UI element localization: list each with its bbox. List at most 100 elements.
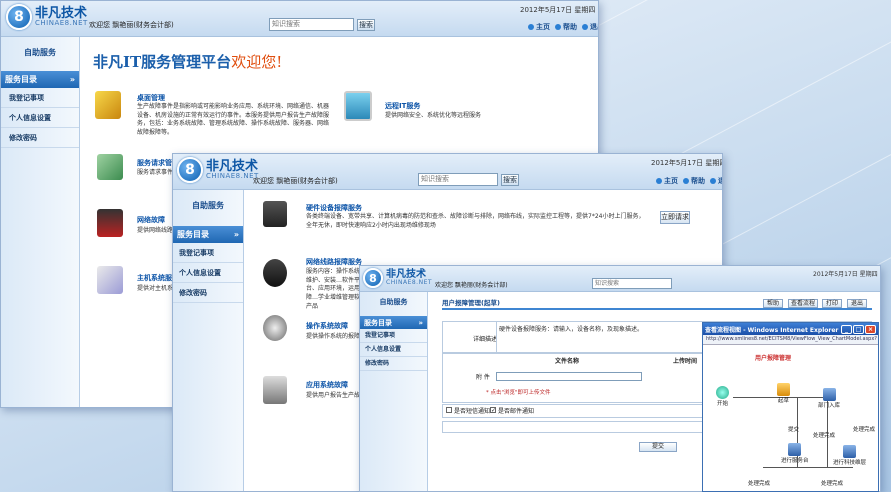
close-icon[interactable]: × (865, 324, 876, 334)
search-input[interactable] (592, 278, 672, 289)
toolbar-print-button[interactable]: 打印 (822, 299, 842, 308)
logout-link[interactable]: 退出 (710, 176, 722, 186)
title-underline (442, 308, 872, 310)
logo-circle-icon: 8 (363, 268, 383, 288)
servicedesk-node-icon (788, 443, 802, 456)
logo-en: CHINAE8.NET (206, 172, 259, 181)
service-desc: 服务请求事件 (137, 169, 174, 176)
header: 8 非凡技术 CHINAE8.NET 欢迎您 飘艳丽(财务会计部) 搜索 201… (173, 154, 722, 190)
toolbar-view-flow-button[interactable]: 查看流程 (788, 299, 818, 308)
sidebar-item-password[interactable]: 修改密码 (1, 128, 79, 148)
welcome-text: 欢迎您 飘艳丽(财务会计部) (253, 177, 338, 185)
col-uploadtime: 上传时间 (673, 358, 698, 365)
attach-label: 附 件 (476, 374, 490, 381)
logo-cn: 非凡技术 (35, 5, 88, 21)
chevron-right-icon: » (69, 75, 75, 84)
home-link[interactable]: 主页 (656, 176, 678, 186)
detail-label: 详细描述 (473, 336, 498, 343)
home-icon (528, 24, 534, 30)
sidebar-item-registered[interactable]: 我登记事项 (1, 88, 79, 108)
sidebar-item-profile[interactable]: 个人信息设置 (360, 343, 427, 357)
sidebar-item-catalog[interactable]: 服务目录» (173, 226, 243, 243)
sidebar-item-catalog[interactable]: 服务目录» (1, 71, 79, 88)
sidebar-item-catalog[interactable]: 服务目录» (360, 316, 427, 329)
flow-node-dept[interactable]: 部门入库 (818, 388, 840, 409)
logo: 8 非凡技术 CHINAE8.NET (363, 268, 432, 288)
service-title[interactable]: 远程IT服务 (385, 101, 420, 111)
ie-flow-window: 查看流程视图 - Windows Internet Explorer _ □ × h… (702, 322, 879, 492)
submit-button[interactable]: 提交 (639, 442, 677, 452)
help-icon (683, 178, 689, 184)
help-link[interactable]: 帮助 (555, 22, 577, 32)
logo-circle-icon: 8 (177, 157, 203, 183)
mail-label: 是否邮件通知 (498, 408, 535, 415)
sms-checkbox[interactable] (446, 407, 452, 413)
toolbar-help-button[interactable]: 帮助 (763, 299, 783, 308)
logo-en: CHINAE8.NET (35, 19, 88, 28)
flow-label: 处理完成 (821, 481, 844, 487)
logo-cn: 非凡技术 (206, 158, 259, 174)
sidebar-item-registered[interactable]: 我登记事项 (173, 243, 243, 263)
service-desc: 提供网络安全、系统优化等远程服务 (385, 112, 482, 119)
request-service-icon (97, 154, 123, 180)
sidebar-item-registered[interactable]: 我登记事项 (360, 329, 427, 343)
logo: 8 非凡技术 CHINAE8.NET (177, 157, 259, 183)
minimize-icon[interactable]: _ (841, 324, 852, 334)
home-link[interactable]: 主页 (528, 22, 550, 32)
flow-node-servicedesk[interactable]: 进行服务台 (781, 443, 809, 464)
logout-link[interactable]: 退出 (582, 22, 598, 32)
date-time: 2012年5月17日 星期四 16:39:01 (520, 6, 598, 14)
service-title[interactable]: 网络线路报障服务 (306, 257, 362, 267)
search-button[interactable]: 搜索 (357, 19, 375, 31)
top-links: 主页 帮助 退出 (656, 176, 722, 186)
maximize-icon[interactable]: □ (853, 324, 864, 334)
sidebar-title: 自助服务 (192, 201, 224, 210)
network-service-icon (263, 259, 287, 287)
flow-node-draft[interactable]: 起草 (777, 383, 790, 404)
logo: 8 非凡技术 CHINAE8.NET (6, 4, 88, 30)
toolbar-exit-button[interactable]: 退出 (847, 299, 867, 308)
help-link[interactable]: 帮助 (683, 176, 705, 186)
search-button[interactable]: 搜索 (501, 174, 519, 186)
search-input[interactable] (418, 173, 498, 186)
service-desc: 各类终端设备、宽带共享、计算机病毒的防范和查杀、故障诊断与排除，网络布线，实际监… (306, 213, 645, 229)
sidebar-item-profile[interactable]: 个人信息设置 (173, 263, 243, 283)
search-input[interactable] (269, 18, 354, 31)
sidebar-item-profile[interactable]: 个人信息设置 (1, 108, 79, 128)
ie-address-bar[interactable]: http://www.smlines8.net/ECITSM8/ViewFlow… (703, 335, 878, 345)
apply-button[interactable]: 立即请求 (660, 211, 690, 224)
service-title[interactable]: 操作系统故障 (306, 321, 348, 331)
draft-node-icon (777, 383, 790, 396)
header: 8 非凡技术 CHINAE8.NET 欢迎您 飘艳丽(财务会计部) 2012年5… (360, 266, 880, 292)
sidebar-item-password[interactable]: 修改密码 (173, 283, 243, 303)
flow-node-start[interactable]: 开始 (716, 386, 729, 407)
start-node-icon (716, 386, 729, 399)
logo-circle-icon: 8 (6, 4, 32, 30)
welcome-text: 欢迎您 飘艳丽(财务会计部) (89, 21, 174, 29)
col-filename: 文件名称 (555, 358, 580, 365)
ie-title-bar[interactable]: 查看流程视图 - Windows Internet Explorer _ □ × (703, 323, 878, 335)
desktop-service-icon (95, 91, 121, 119)
attach-hint: * 点击"浏览"即可上传文件 (486, 390, 551, 396)
page-title: 非凡IT服务管理平台欢迎您! (93, 53, 283, 71)
flow-node-tech[interactable]: 进行科技维层 (833, 445, 866, 466)
flow-label: 处理完成 (853, 427, 876, 433)
sidebar-title: 自助服务 (379, 298, 408, 306)
header: 8 非凡技术 CHINAE8.NET 欢迎您 飘艳丽(财务会计部) 搜索 201… (1, 1, 598, 37)
sidebar-item-password[interactable]: 修改密码 (360, 357, 427, 371)
chevron-right-icon: » (233, 230, 239, 239)
date-time: 2012年5月17日 星期四 16:43:04 (813, 271, 880, 278)
home-icon (656, 178, 662, 184)
top-links: 主页 帮助 退出 (528, 22, 598, 32)
service-desc: 提供网络线路 (137, 227, 174, 234)
service-title[interactable]: 硬件设备报障服务 (306, 203, 362, 213)
service-title[interactable]: 网络故障 (137, 215, 165, 225)
file-input[interactable] (496, 372, 642, 381)
service-desc: 服务内容：操作系统的维护、安装…软件平台、应用环境，运用故障…学业增维管理软件产… (306, 268, 367, 310)
logo-en: CHINAE8.NET (386, 279, 433, 287)
dept-node-icon (822, 388, 836, 401)
mail-checkbox[interactable]: ✓ (490, 407, 496, 414)
service-title[interactable]: 桌面管理 (137, 93, 165, 103)
flow-line (763, 467, 853, 468)
service-title[interactable]: 应用系统故障 (306, 380, 348, 390)
